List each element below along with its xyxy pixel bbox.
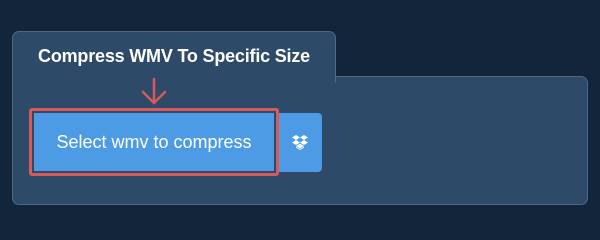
dropbox-button[interactable] [278,113,322,172]
tab-panel-seam [13,76,335,78]
arrow-down-icon [141,78,167,105]
dropbox-icon [292,134,308,150]
highlight-box [29,108,279,176]
tab-title: Compress WMV To Specific Size [38,46,310,66]
